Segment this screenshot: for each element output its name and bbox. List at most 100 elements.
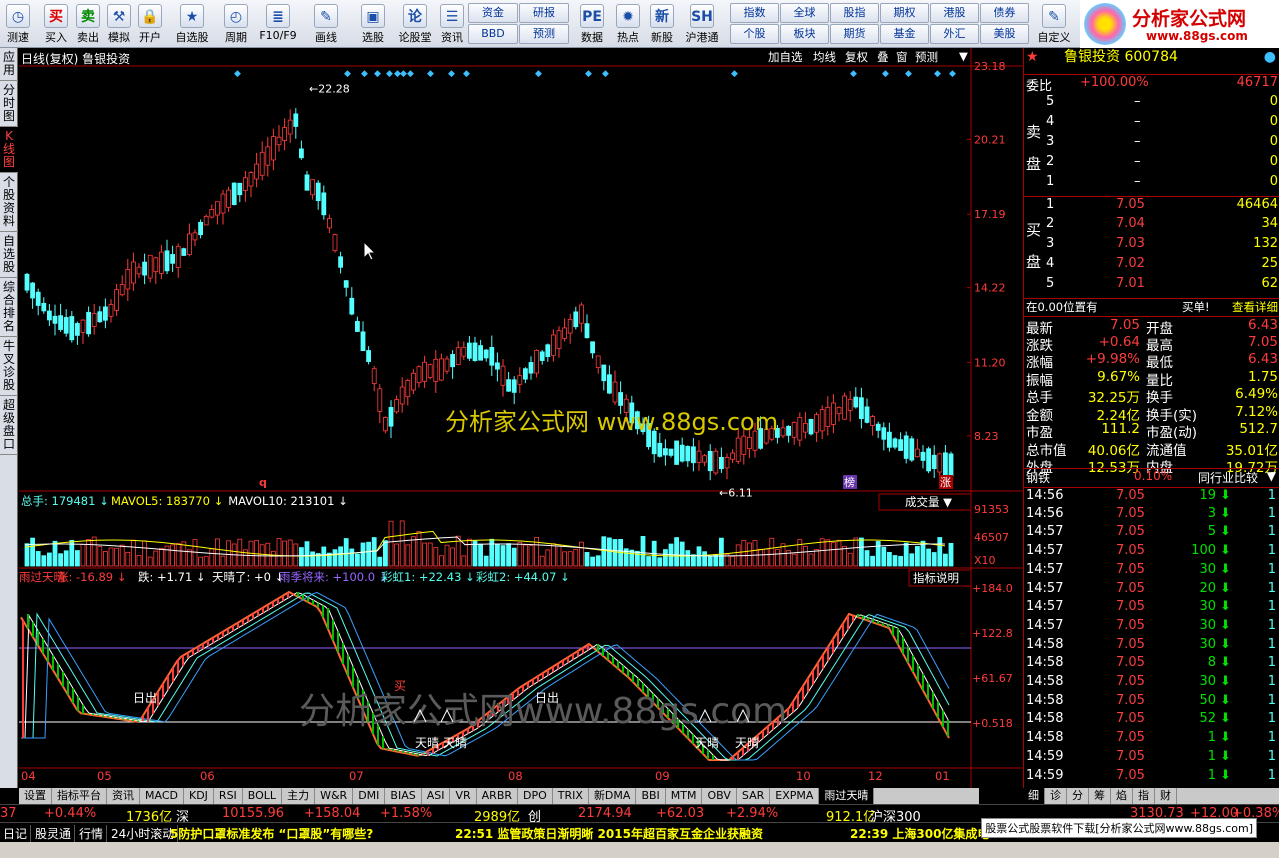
side-tab[interactable]: 牛叉诊股 (0, 337, 18, 396)
indicator-tab[interactable]: 指标平台 (52, 788, 107, 804)
toolbar-link-button[interactable]: 预测 (519, 24, 569, 44)
toolbar-newstock-button[interactable]: 新新股 (648, 2, 676, 46)
indicator-tab[interactable]: EXPMA (770, 788, 820, 804)
buy-order-link[interactable]: 买单! (1182, 299, 1210, 315)
toolbar-custom-button[interactable]: ✎ 自定义 (1035, 2, 1073, 46)
right-panel-tab[interactable]: 指 (1133, 788, 1155, 804)
kline-svg[interactable]: 23.18 20.21 17.19 14.22 11.20 8.23 ←22.28 ←6.11… (19, 48, 1022, 788)
toolbar-market-button[interactable]: 板块 (780, 24, 829, 44)
toolbar-gavel-button[interactable]: ⚒ 模拟 (105, 2, 133, 46)
side-tab[interactable]: K线图 (0, 127, 18, 173)
indicator-tab[interactable]: TRIX (553, 788, 589, 804)
toolbar-fire-button[interactable]: ✹ 热点 (614, 2, 642, 46)
indicator-tab[interactable]: DMI (353, 788, 386, 804)
toolbar-market-button[interactable]: 期货 (830, 24, 879, 44)
toolbar-buy-button[interactable]: 买买入 (42, 2, 70, 46)
toolbar-market-button[interactable]: 美股 (980, 24, 1029, 44)
indicator-tab[interactable]: 设置 (19, 788, 52, 804)
toolbar-cycle-button[interactable]: ◴ 周期 (218, 2, 254, 46)
industry-dropdown-icon[interactable]: ▼ (1267, 469, 1276, 483)
indicator-tab[interactable]: KDJ (184, 788, 214, 804)
news-headline[interactable]: 5防护口罩标准发布 “口罩股”有哪些? (170, 825, 373, 842)
volume-legend: 总手: 179481 ↓ (21, 494, 109, 508)
right-panel-tab[interactable]: 筹 (1089, 788, 1111, 804)
indicator-tab[interactable]: BBI (636, 788, 666, 804)
toolbar-chat-button[interactable]: 论论股堂 (395, 2, 435, 46)
toolbar-pen-button[interactable]: ✎ 画线 (306, 2, 346, 46)
indicator-tab[interactable]: 雨过天晴 (819, 788, 875, 804)
candle-body (892, 438, 898, 448)
toolbar-f10-button[interactable]: ≣ F10/F9 (258, 2, 298, 46)
side-tab[interactable]: 自选股 (0, 232, 18, 278)
side-tab[interactable]: 应用 (0, 48, 18, 81)
indicator-tab[interactable]: BIAS (385, 788, 422, 804)
toolbar-market-button[interactable]: 个股 (730, 24, 779, 44)
toolbar-link-button[interactable]: 资金 (468, 3, 518, 23)
volume-tick-label: 46507 (974, 531, 1009, 544)
toolbar-market-button[interactable]: 股指 (830, 3, 879, 23)
toolbar-link-button[interactable]: BBD (468, 24, 518, 44)
toolbar-clock-button[interactable]: ◷ 测速 (4, 2, 32, 46)
toolbar-market-button[interactable]: 期权 (880, 3, 929, 23)
side-tab[interactable]: 综合排名 (0, 278, 18, 337)
volume-bar (108, 547, 114, 567)
right-panel-tab[interactable]: 财 (1155, 788, 1177, 804)
right-panel-tab[interactable]: 焰 (1111, 788, 1133, 804)
news-nav-tab[interactable]: 行情 (76, 825, 108, 842)
toolbar-market-button[interactable]: 债券 (980, 3, 1029, 23)
right-panel-tab[interactable]: 细 (1023, 788, 1045, 804)
indicator-tab[interactable]: VR (450, 788, 477, 804)
indicator-tab[interactable]: BOLL (243, 788, 283, 804)
indicator-tab[interactable]: OBV (702, 788, 737, 804)
news-nav-tab[interactable]: 股灵通 (32, 825, 76, 842)
toolbar-market-button[interactable]: 基金 (880, 24, 929, 44)
detail-link[interactable]: 查看详细 (1232, 299, 1278, 315)
toolbar-hk-connect-button[interactable]: SH 沪港通 (682, 2, 722, 46)
side-tab[interactable]: 分时图 (0, 81, 18, 127)
side-tab[interactable]: 超级盘口 (0, 396, 18, 455)
fire-icon: ✹ (616, 4, 640, 28)
news-headline[interactable]: 22:51 监管政策日渐明晰 2015年超百家互金企业获融资 (455, 825, 763, 842)
toolbar-pe-button[interactable]: PE 数据 (578, 2, 606, 46)
candle-body (948, 453, 954, 477)
volume-bar (607, 537, 612, 567)
indicator-tab[interactable]: MACD (140, 788, 184, 804)
indicator-tab[interactable]: 主力 (282, 788, 316, 804)
toolbar-market-button[interactable]: 指数 (730, 3, 779, 23)
indicator-tab[interactable]: 新DMA (589, 788, 637, 804)
kline-chart-area[interactable]: 日线(复权) 鲁银投资 加自选 均线 复权叠窗预测 ▼ 23.18 20.21 17.19… (19, 48, 1022, 788)
help-icon[interactable]: ● (1264, 48, 1276, 66)
indicator-tab[interactable]: ARBR (477, 788, 519, 804)
toolbar-news-button[interactable]: ☰ 资讯 (438, 2, 466, 46)
news-nav-tab[interactable]: 24小时滚动 (108, 825, 179, 842)
download-link[interactable]: 股票公式股票软件下载[分析家公式网www.88gs.com] (981, 818, 1257, 838)
news-headline[interactable]: 22:39 上海300亿集成电 (850, 825, 989, 842)
toolbar-sell-button[interactable]: 卖卖出 (74, 2, 102, 46)
indicator-tab[interactable]: SAR (737, 788, 771, 804)
indicator-tab[interactable]: W&R (315, 788, 354, 804)
toolbar-market-button[interactable]: 外汇 (930, 24, 979, 44)
candle-body (248, 172, 254, 187)
indicator-help-label[interactable]: 指标说明 (913, 571, 959, 585)
industry-compare-button[interactable]: 同行业比较 (1198, 469, 1258, 486)
side-tab[interactable]: 个股资料 (0, 173, 18, 232)
toolbar-star-button[interactable]: ★ 自选股 (172, 2, 212, 46)
indicator-tab[interactable]: MTM (666, 788, 703, 804)
toolbar-link-button[interactable]: 研报 (519, 3, 569, 23)
tick-count: 1 (1267, 692, 1276, 708)
toolbar-market-button[interactable]: 全球 (780, 3, 829, 23)
toolbar-lock-button[interactable]: 🔒 开户 (136, 2, 164, 46)
indicator-tab[interactable]: 资讯 (107, 788, 140, 804)
toolbar-market-button[interactable]: 港股 (930, 3, 979, 23)
volume-dropdown-label[interactable]: 成交量 ▼ (905, 495, 952, 509)
indicator-tab[interactable]: DPO (518, 788, 553, 804)
favorite-star-icon[interactable]: ★ (1026, 48, 1039, 66)
stat-row: 金额 2.24亿 换手(实) 7.12% (1024, 404, 1279, 424)
news-nav-tab[interactable]: 日记 (0, 825, 32, 842)
indicator-tab[interactable]: RSI (214, 788, 243, 804)
right-panel-tab[interactable]: 诊 (1045, 788, 1067, 804)
toolbar-screen-button[interactable]: ▣ 选股 (355, 2, 391, 46)
stat-value: +9.98% (1085, 351, 1140, 367)
right-panel-tab[interactable]: 分 (1067, 788, 1089, 804)
indicator-tab[interactable]: ASI (422, 788, 451, 804)
